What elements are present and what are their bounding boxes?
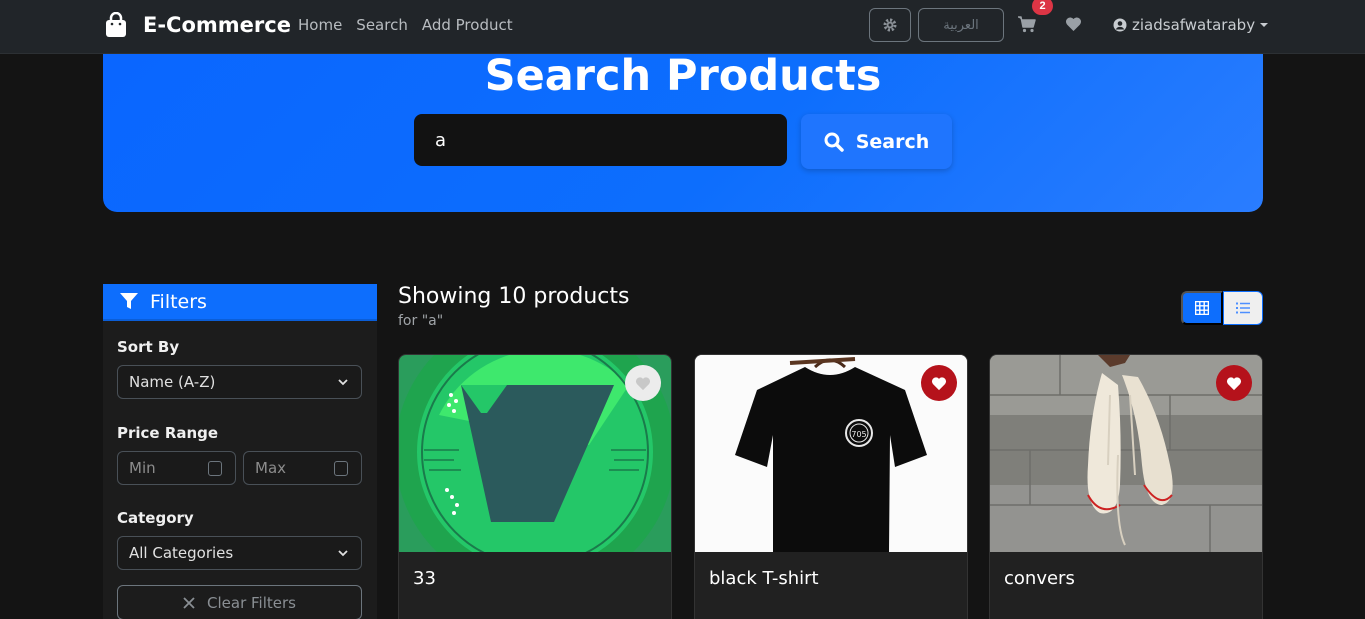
sort-select[interactable]: Name (A-Z) [117, 365, 362, 399]
nav-links: Home Search Add Product [298, 16, 513, 34]
filter-icon [120, 293, 138, 309]
cart-count-badge: 2 [1032, 0, 1053, 15]
navbar: E-Commerce Home Search Add Product العرب… [0, 0, 1365, 54]
heart-icon [1226, 376, 1242, 390]
min-price-input[interactable]: Min [117, 451, 236, 485]
chevron-down-icon [338, 550, 348, 557]
theme-toggle-button[interactable] [869, 8, 911, 42]
nav-link-add-product[interactable]: Add Product [422, 16, 513, 34]
cart-icon[interactable] [1017, 14, 1037, 34]
stepper-icon[interactable] [334, 461, 348, 476]
caret-down-icon [1260, 23, 1269, 27]
sort-value: Name (A-Z) [129, 373, 216, 391]
brand[interactable]: E-Commerce [105, 12, 291, 38]
product-name[interactable]: black T-shirt [709, 568, 819, 589]
price-range-label: Price Range [117, 424, 219, 442]
heart-icon [931, 376, 947, 390]
nav-link-search[interactable]: Search [356, 16, 408, 34]
min-price-placeholder: Min [129, 459, 156, 477]
list-icon [1236, 302, 1250, 314]
grid-icon [1195, 301, 1209, 315]
clear-filters-label: Clear Filters [207, 593, 296, 612]
search-hero: Search Products Search [103, 54, 1263, 212]
sort-label: Sort By [117, 338, 180, 356]
favorite-button[interactable] [921, 365, 957, 401]
heart-icon[interactable] [1065, 16, 1082, 32]
brand-name: E-Commerce [143, 13, 291, 37]
gear-icon [883, 18, 897, 32]
search-button-label: Search [855, 130, 930, 153]
filters-header: Filters [103, 284, 377, 321]
category-label: Category [117, 509, 194, 527]
filters-title: Filters [150, 290, 207, 313]
username: ziadsafwataraby [1132, 16, 1256, 34]
close-icon [183, 596, 195, 609]
user-circle-icon [1113, 18, 1127, 32]
category-value: All Categories [129, 544, 234, 562]
max-price-placeholder: Max [255, 459, 287, 477]
results-query: for "a" [398, 313, 444, 329]
category-select[interactable]: All Categories [117, 536, 362, 570]
product-card[interactable]: convers [989, 354, 1263, 619]
language-button[interactable]: العربية [918, 8, 1004, 42]
chevron-down-icon [338, 379, 348, 386]
max-price-input[interactable]: Max [243, 451, 362, 485]
favorite-button[interactable] [1216, 365, 1252, 401]
filters-panel: Filters Sort By Name (A-Z) Price Range M… [103, 284, 377, 619]
clear-filters-button[interactable]: Clear Filters [117, 585, 362, 619]
stepper-icon[interactable] [208, 461, 222, 476]
search-icon [824, 132, 844, 152]
svg-text:705: 705 [851, 430, 866, 439]
product-name[interactable]: 33 [413, 568, 436, 589]
grid-view-button[interactable] [1181, 291, 1223, 325]
search-button[interactable]: Search [801, 114, 952, 169]
search-input[interactable] [414, 114, 787, 166]
user-menu[interactable]: ziadsafwataraby [1113, 16, 1269, 34]
product-card[interactable]: 705 black T-shirt [694, 354, 968, 619]
heart-icon [635, 376, 651, 390]
nav-link-home[interactable]: Home [298, 16, 342, 34]
favorite-button[interactable] [625, 365, 661, 401]
list-view-button[interactable] [1223, 291, 1263, 325]
product-name[interactable]: convers [1004, 568, 1075, 589]
product-card[interactable]: 33 [398, 354, 672, 619]
page-title: Search Products [484, 51, 882, 101]
shopping-bag-icon [106, 12, 126, 37]
results-count: Showing 10 products [398, 284, 630, 309]
